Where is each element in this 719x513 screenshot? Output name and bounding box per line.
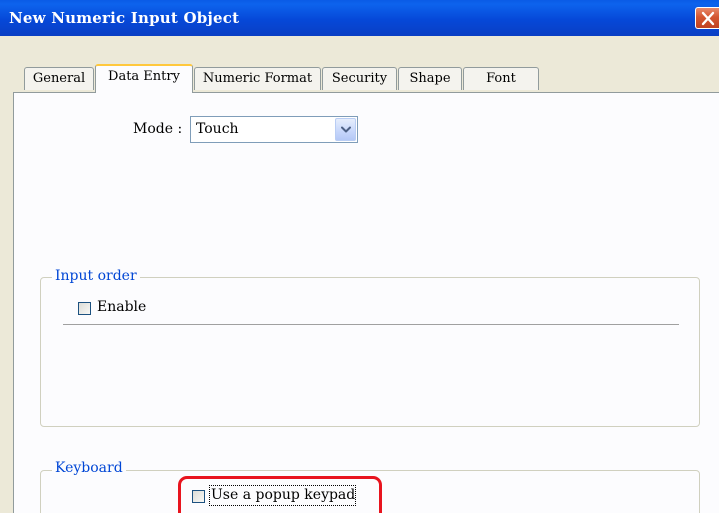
- title-bar: New Numeric Input Object: [0, 0, 719, 36]
- keyboard-legend: Keyboard: [52, 460, 126, 476]
- tab-general[interactable]: General: [24, 67, 94, 90]
- window-title: New Numeric Input Object: [9, 9, 240, 27]
- tab-security[interactable]: Security: [322, 67, 397, 90]
- enable-label[interactable]: Enable: [97, 299, 146, 315]
- mode-label: Mode :: [133, 121, 183, 137]
- input-order-divider: [63, 324, 679, 325]
- mode-dropdown-button[interactable]: [335, 118, 356, 141]
- mode-select[interactable]: Touch: [190, 116, 358, 143]
- tab-strip: General Data Entry Numeric Format Securi…: [0, 36, 719, 96]
- tab-shape[interactable]: Shape: [398, 67, 462, 90]
- tab-data-entry[interactable]: Data Entry: [95, 64, 193, 93]
- tab-font[interactable]: Font: [463, 67, 539, 90]
- chevron-down-icon: [341, 126, 351, 133]
- tab-numeric-format[interactable]: Numeric Format: [194, 67, 321, 90]
- close-icon: [701, 11, 715, 26]
- input-order-legend: Input order: [52, 268, 140, 284]
- enable-checkbox[interactable]: [78, 302, 91, 315]
- close-button[interactable]: [695, 7, 719, 29]
- highlight-box: [178, 476, 382, 513]
- mode-select-value: Touch: [196, 121, 239, 137]
